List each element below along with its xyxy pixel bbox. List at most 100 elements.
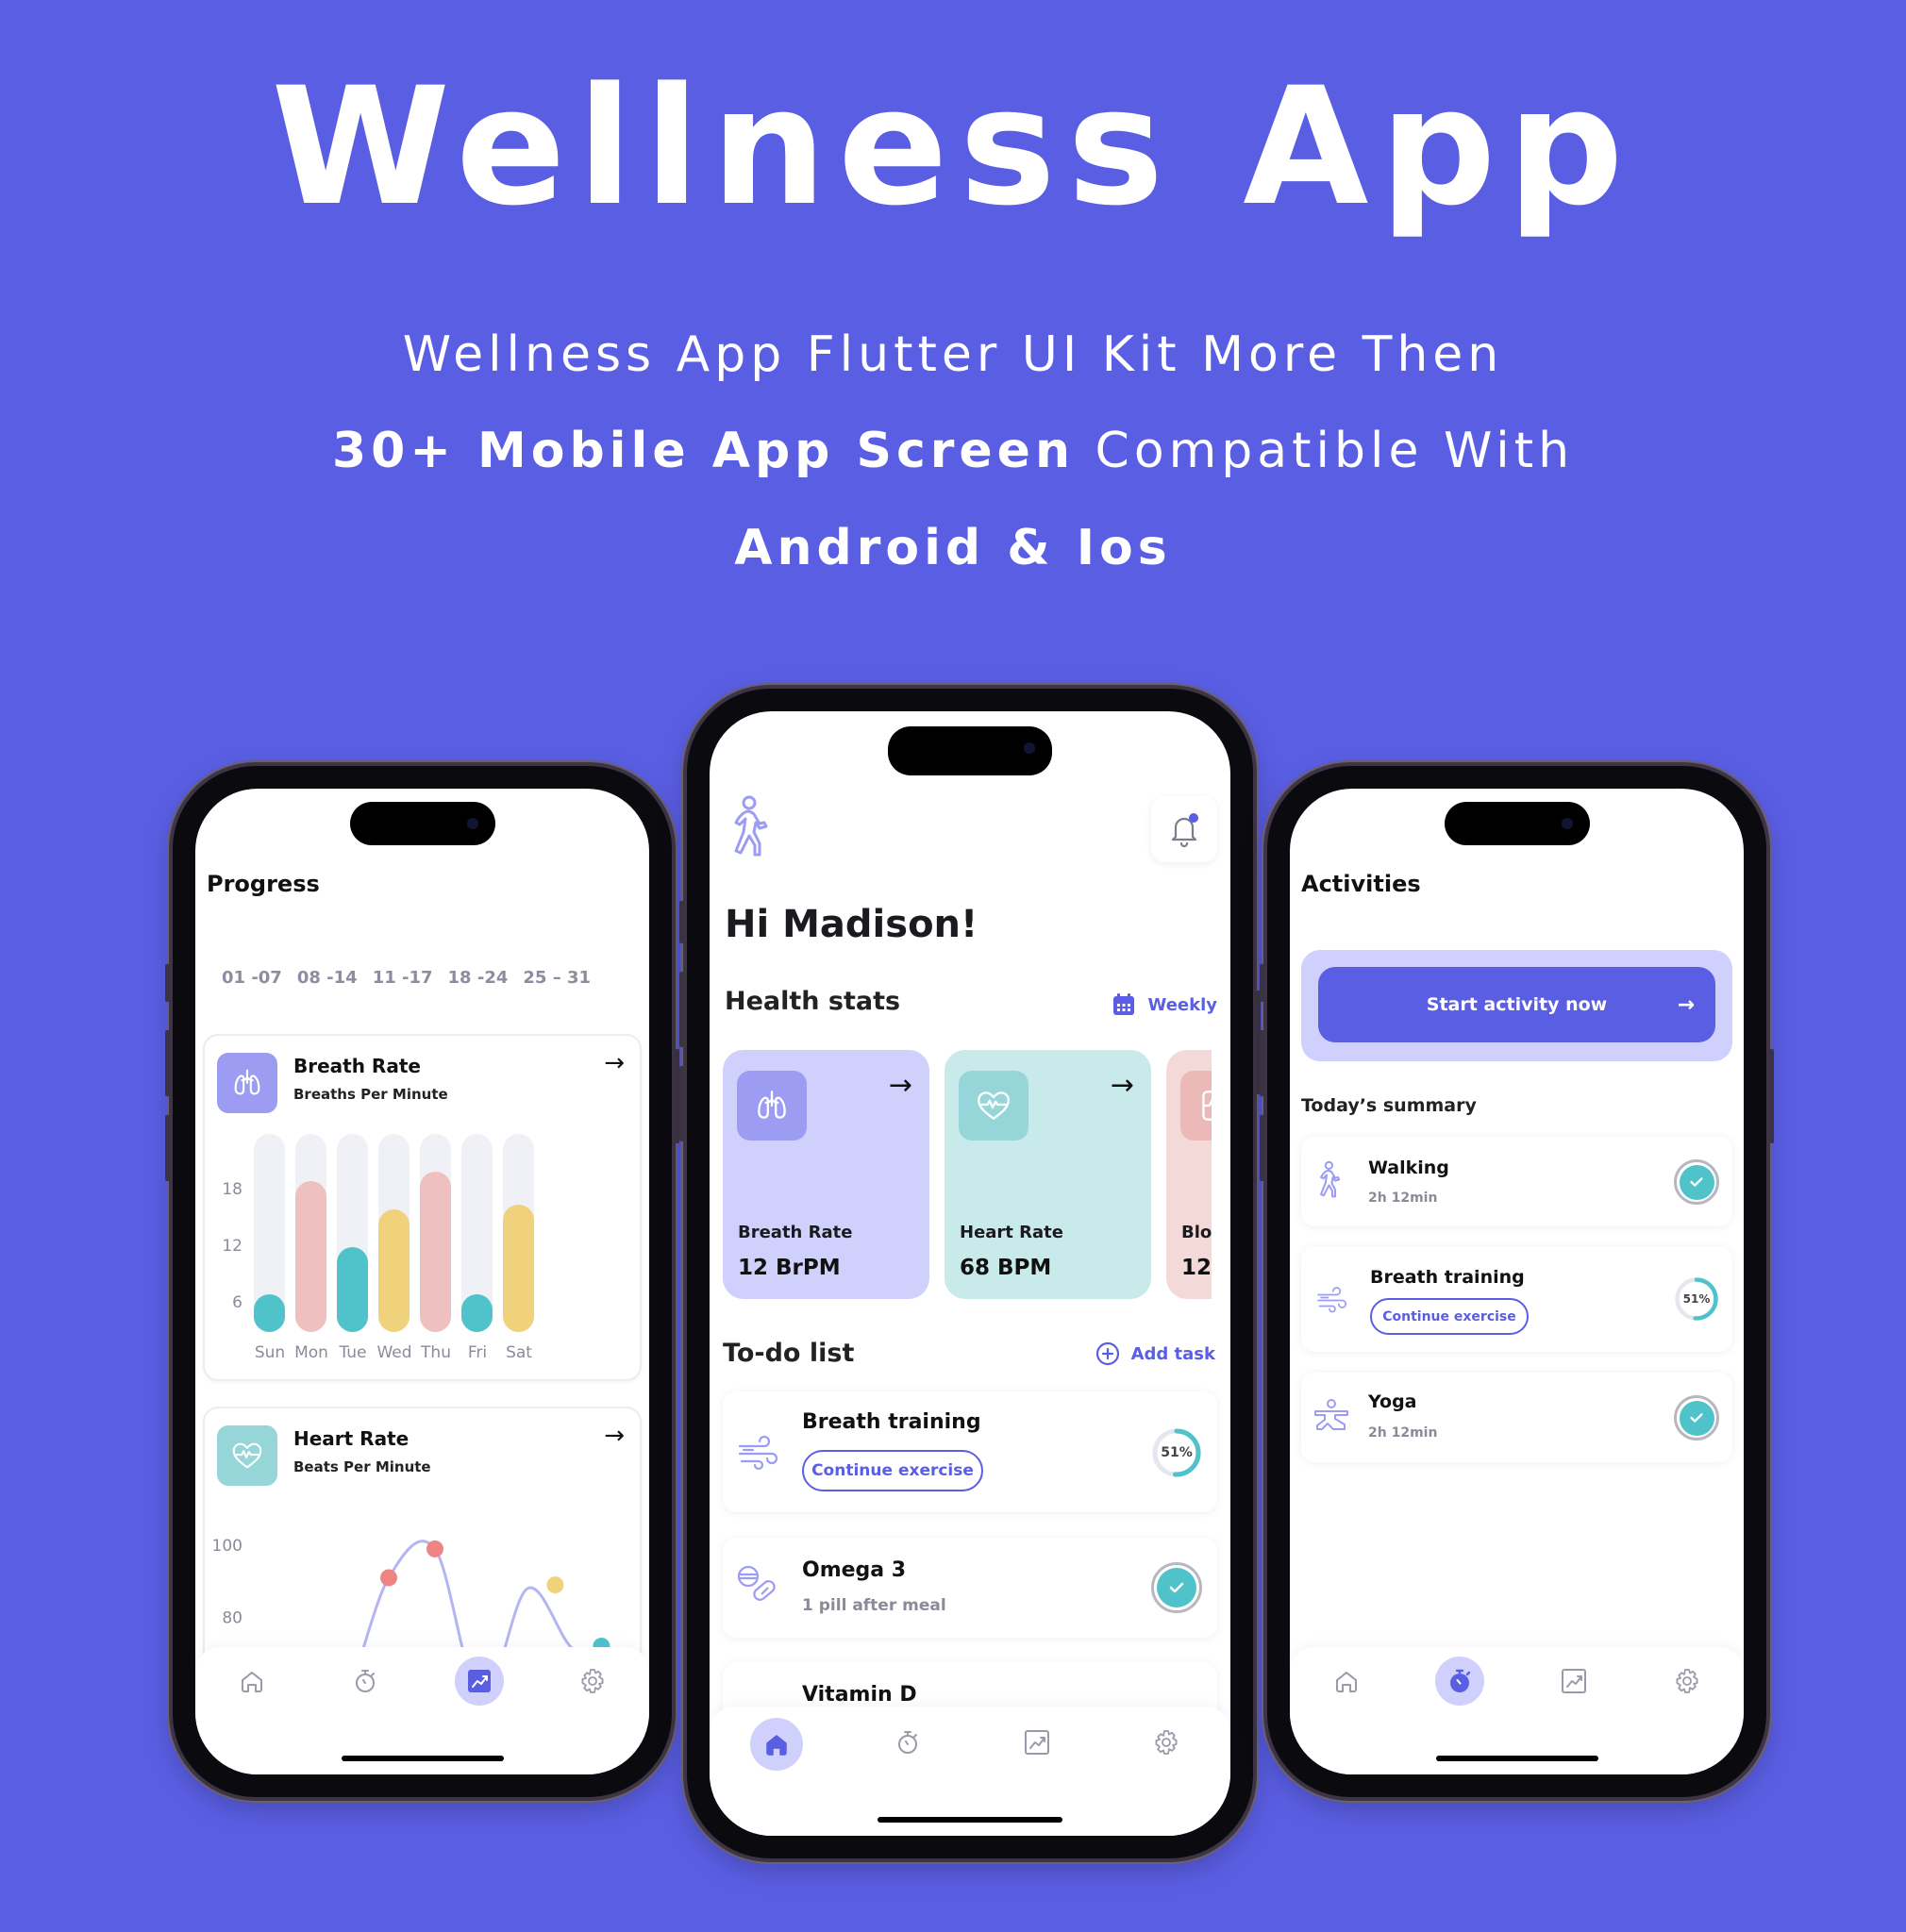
bar-wed[interactable] (378, 1209, 410, 1332)
yoga-icon (1314, 1399, 1348, 1430)
summary-title: Today’s summary (1301, 1095, 1477, 1116)
check-icon (1690, 1177, 1703, 1187)
todo-title: To-do list (723, 1339, 855, 1368)
nav-stats[interactable] (454, 1657, 504, 1706)
gear-icon (581, 1669, 604, 1693)
bar-thu[interactable] (420, 1172, 451, 1332)
continue-exercise-button[interactable]: Continue exercise (802, 1450, 983, 1491)
home-indicator (1435, 1756, 1598, 1761)
health-card-blood[interactable]: Bloc 122 (1166, 1050, 1212, 1299)
y-tick-label: 12 (222, 1237, 242, 1256)
todo-item[interactable]: Omega 3 1 pill after meal (723, 1538, 1217, 1638)
x-tick-label: Fri (467, 1343, 488, 1362)
activity-subtitle: 2h 12min (1368, 1425, 1438, 1441)
add-task-button[interactable]: Add task (1095, 1341, 1215, 1366)
week-tab[interactable]: 11 -17 (373, 968, 433, 988)
arrow-right-icon[interactable]: → (604, 1422, 625, 1450)
phone-progress: Progress 01 -07 08 -14 11 -17 18 -24 25 … (165, 766, 679, 1797)
y-tick-label: 6 (232, 1293, 242, 1312)
weekly-label: Weekly (1147, 994, 1217, 1015)
progress-screen: Progress 01 -07 08 -14 11 -17 18 -24 25 … (195, 789, 649, 1774)
arrow-right-icon: → (888, 1069, 912, 1102)
card-subtitle: Breaths Per Minute (293, 1086, 448, 1103)
nav-settings[interactable] (1142, 1718, 1191, 1767)
dynamic-island (1444, 802, 1590, 845)
bar-track (254, 1134, 285, 1332)
nav-timer[interactable] (883, 1718, 932, 1767)
notifications-button[interactable] (1151, 796, 1217, 862)
hero-subtitle-line-1: Wellness App Flutter UI Kit More Then (402, 326, 1504, 383)
health-card-value: 12 BrPM (738, 1256, 841, 1280)
x-tick-label: Mon (294, 1343, 328, 1362)
weekly-filter[interactable]: Weekly (1112, 992, 1217, 1017)
hero-subtitle-bold: 30+ Mobile App Screen (331, 423, 1075, 479)
x-tick-label: Thu (421, 1343, 451, 1362)
bar-sat[interactable] (503, 1205, 534, 1332)
nav-stats[interactable] (1012, 1718, 1062, 1767)
monitor-pulse-icon (1180, 1071, 1212, 1141)
activity-item[interactable]: Walking 2h 12min (1301, 1137, 1732, 1226)
done-check[interactable] (1151, 1562, 1202, 1613)
hero-title: Wellness App (271, 52, 1635, 242)
nav-home[interactable] (749, 1718, 803, 1771)
activity-title: Breath training (1370, 1267, 1525, 1288)
todo-item[interactable]: Breath training Continue exercise 51% (723, 1391, 1217, 1512)
done-check[interactable] (1674, 1395, 1719, 1441)
home-screen: Hi Madison! Health stats Weekly → Breath… (710, 711, 1230, 1836)
bar-sun[interactable] (254, 1294, 285, 1332)
hero-subtitle-regular: Compatible With (1074, 423, 1575, 479)
walking-person-icon (1319, 1160, 1341, 1198)
nav-stats[interactable] (1549, 1657, 1598, 1706)
todo-title: Omega 3 (802, 1558, 907, 1582)
activities-screen: Activities Start activity now → Today’s … (1290, 789, 1744, 1774)
data-point[interactable] (426, 1540, 443, 1557)
dynamic-island (349, 802, 495, 845)
progress-label: 51% (1161, 1445, 1193, 1460)
y-tick-label: 100 (212, 1537, 242, 1556)
done-check[interactable] (1674, 1159, 1719, 1205)
week-tab[interactable]: 08 -14 (297, 968, 358, 988)
health-card-heart-rate[interactable]: → Heart Rate 68 BPM (945, 1050, 1151, 1299)
nav-timer[interactable] (1435, 1657, 1485, 1706)
activity-item[interactable]: Breath training Continue exercise 51% (1301, 1246, 1732, 1352)
bar-tue[interactable] (337, 1247, 368, 1332)
phone-home: Hi Madison! Health stats Weekly → Breath… (679, 689, 1261, 1858)
bar-fri[interactable] (461, 1294, 493, 1332)
stopwatch-icon (356, 1670, 376, 1692)
nav-home[interactable] (1322, 1657, 1371, 1706)
health-card-breath-rate[interactable]: → Breath Rate 12 BrPM (723, 1050, 929, 1299)
chart-icon (1024, 1730, 1049, 1755)
todo-subtitle: 1 pill after meal (802, 1596, 946, 1615)
home-indicator (878, 1817, 1062, 1823)
week-tab[interactable]: 01 -07 (222, 968, 282, 988)
breath-rate-card[interactable]: Breath Rate Breaths Per Minute → 6 12 18 Su… (205, 1036, 640, 1379)
nav-timer[interactable] (341, 1657, 390, 1706)
bar-mon[interactable] (295, 1181, 326, 1332)
lungs-icon (737, 1071, 807, 1141)
continue-exercise-button[interactable]: Continue exercise (1370, 1298, 1529, 1335)
data-point[interactable] (380, 1569, 397, 1587)
plus-circle-icon (1095, 1341, 1119, 1366)
health-card-blood-clip: Bloc 122 (1166, 1050, 1212, 1299)
hero-subtitle-line-3: Android & Ios (734, 520, 1172, 576)
hero-subtitle-line-2: 30+ Mobile App Screen Compatible With (0, 426, 1906, 475)
activity-title: Walking (1368, 1158, 1449, 1178)
start-activity-button[interactable]: Start activity now → (1318, 967, 1715, 1042)
week-tab[interactable]: 18 -24 (448, 968, 509, 988)
nav-settings[interactable] (568, 1657, 617, 1706)
y-tick-label: 80 (222, 1608, 242, 1627)
nav-settings[interactable] (1663, 1657, 1712, 1706)
x-tick-label: Sun (254, 1343, 286, 1362)
check-icon (1690, 1413, 1703, 1423)
bar-track (337, 1134, 368, 1332)
activity-item[interactable]: Yoga 2h 12min (1301, 1373, 1732, 1462)
week-tab[interactable]: 25 – 31 (523, 968, 591, 988)
data-point[interactable] (546, 1576, 564, 1594)
activity-title: Yoga (1368, 1391, 1417, 1412)
nav-home[interactable] (227, 1657, 276, 1706)
greeting: Hi Madison! (725, 903, 978, 946)
bar-track (420, 1134, 451, 1332)
arrow-right-icon[interactable]: → (604, 1049, 625, 1077)
card-subtitle: Beats Per Minute (293, 1458, 431, 1475)
health-card-label: Heart Rate (960, 1223, 1063, 1242)
